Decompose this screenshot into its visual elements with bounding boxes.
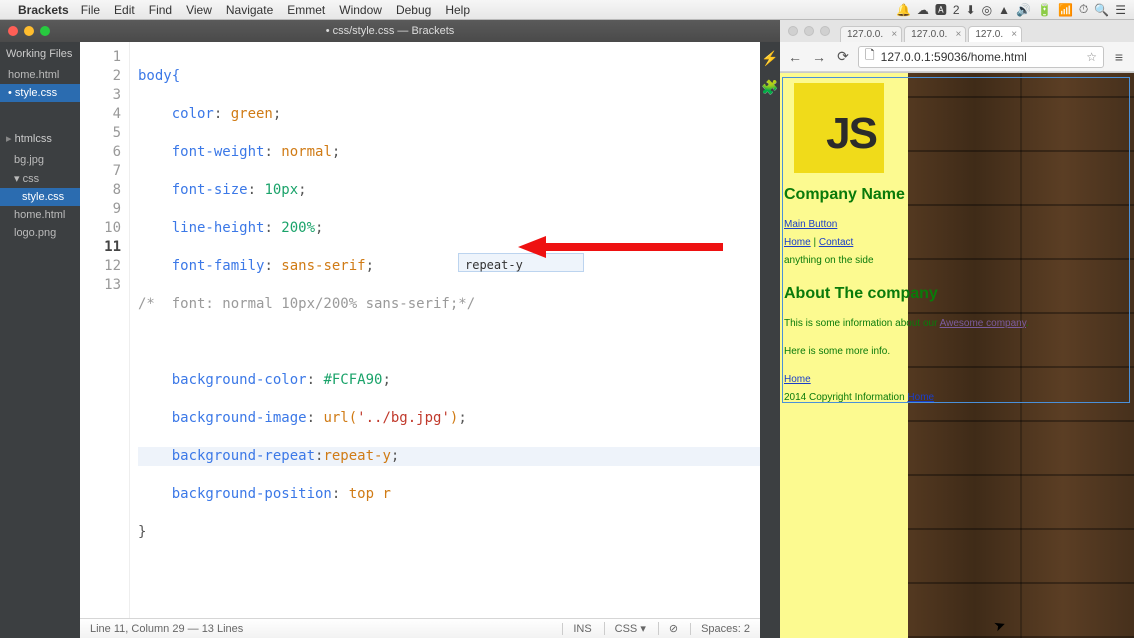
working-files-heading: Working Files <box>0 42 80 66</box>
tree-style[interactable]: style.css <box>0 188 80 206</box>
nav-home-link[interactable]: Home <box>784 237 811 248</box>
code-l1: body{ <box>138 68 180 84</box>
js-logo: JS <box>794 83 884 173</box>
adobe-icon[interactable]: 🅰 <box>935 1 947 18</box>
app-name[interactable]: Brackets <box>18 3 69 17</box>
menu-navigate[interactable]: Navigate <box>226 3 273 17</box>
live-preview-icon[interactable]: ⚡ <box>761 50 778 67</box>
menu-find[interactable]: Find <box>149 3 172 17</box>
num-icon: 2 <box>953 3 960 17</box>
more-info-text: Here is some more info. <box>784 343 1130 361</box>
main-button-link[interactable]: Main Button <box>784 219 837 230</box>
chrome-menu-icon[interactable]: ≡ <box>1110 49 1128 65</box>
volume-icon[interactable]: 🔊 <box>1016 3 1031 17</box>
page-icon: 🗋 <box>865 46 875 67</box>
brackets-window: • css/style.css — Brackets Working Files… <box>0 20 780 638</box>
working-file-home[interactable]: home.html <box>0 66 80 84</box>
tab-close-icon[interactable]: × <box>1011 29 1017 40</box>
page-viewport[interactable]: JS Company Name Main Button Home | Conta… <box>780 73 1134 638</box>
browser-tab-1[interactable]: 127.0.0.× <box>840 26 902 42</box>
tree-logo[interactable]: logo.png <box>0 224 80 242</box>
chrome-window: 127.0.0.× 127.0.0.× 127.0.× ← → ⟳ 🗋 127.… <box>780 20 1134 638</box>
tab-close-icon[interactable]: × <box>891 29 897 40</box>
menu-debug[interactable]: Debug <box>396 3 431 17</box>
back-icon[interactable]: ← <box>786 49 804 65</box>
copyright-home-link[interactable]: Home <box>907 392 934 403</box>
address-bar[interactable]: 🗋 127.0.0.1:59036/home.html ☆ <box>858 46 1104 68</box>
working-file-style-label: style.css <box>15 87 57 99</box>
url-text: 127.0.0.1:59036/home.html <box>881 50 1027 64</box>
menu-emmet[interactable]: Emmet <box>287 3 325 17</box>
about-heading: About The company <box>784 280 1130 309</box>
menu-items: File Edit Find View Navigate Emmet Windo… <box>81 3 470 17</box>
list-icon[interactable]: ☰ <box>1115 3 1126 17</box>
chrome-toolbar: ← → ⟳ 🗋 127.0.0.1:59036/home.html ☆ ≡ <box>780 42 1134 72</box>
info-text: This is some information about our Aweso… <box>784 315 1130 333</box>
menu-help[interactable]: Help <box>445 3 470 17</box>
sync-icon[interactable]: ◎ <box>982 3 992 17</box>
file-tree: bg.jpg ▾ css style.css home.html logo.pn… <box>0 151 80 242</box>
clock-icon[interactable]: ⏱ <box>1079 2 1088 17</box>
status-ins[interactable]: INS <box>562 623 591 635</box>
wifi-icon[interactable]: 📶 <box>1058 3 1073 17</box>
window-title: • css/style.css — Brackets <box>0 25 780 37</box>
cloud-icon[interactable]: ☁ <box>917 3 929 17</box>
autocomplete-suggestion[interactable]: repeat-y <box>458 253 584 272</box>
aside-text: anything on the side <box>784 252 1130 270</box>
battery-icon[interactable]: 🔋 <box>1037 3 1052 17</box>
dropbox-icon[interactable]: ⬇ <box>966 3 976 17</box>
project-sidebar[interactable]: Working Files home.html • style.css ▸ ht… <box>0 42 80 638</box>
menubar-status-icons: 🔔 ☁ 🅰 2 ⬇ ◎ ▲ 🔊 🔋 📶 ⏱ 🔍 ☰ <box>896 1 1126 18</box>
brackets-titlebar[interactable]: • css/style.css — Brackets <box>0 20 780 42</box>
tree-bg[interactable]: bg.jpg <box>0 151 80 169</box>
drive-icon[interactable]: ▲ <box>998 3 1010 17</box>
forward-icon[interactable]: → <box>810 49 828 65</box>
menu-window[interactable]: Window <box>339 3 382 17</box>
company-heading: Company Name <box>784 181 1130 210</box>
status-spaces[interactable]: Spaces: 2 <box>690 623 750 635</box>
menu-file[interactable]: File <box>81 3 100 17</box>
macos-menubar: Brackets File Edit Find View Navigate Em… <box>0 0 1134 20</box>
cursor-status: Line 11, Column 29 — 13 Lines <box>90 623 243 635</box>
search-icon[interactable]: 🔍 <box>1094 3 1109 17</box>
bookmark-icon[interactable]: ☆ <box>1086 50 1097 64</box>
tab-close-icon[interactable]: × <box>955 29 961 40</box>
tree-home[interactable]: home.html <box>0 206 80 224</box>
tree-css-folder[interactable]: ▾ css <box>0 169 80 188</box>
browser-tab-3[interactable]: 127.0.× <box>968 26 1022 42</box>
extensions-icon[interactable]: 🧩 <box>761 79 778 96</box>
code-lines[interactable]: body{ color: green; font-weight: normal;… <box>130 42 760 618</box>
chrome-tabbar[interactable]: 127.0.0.× 127.0.0.× 127.0.× <box>780 20 1134 42</box>
brackets-right-toolbar: ⚡ 🧩 <box>760 42 780 638</box>
working-file-style[interactable]: • style.css <box>0 84 80 102</box>
nav-contact-link[interactable]: Contact <box>819 237 853 248</box>
copyright-text: 2014 Copyright Information Home <box>784 389 1130 407</box>
browser-tab-2[interactable]: 127.0.0.× <box>904 26 966 42</box>
line-gutter: 12345678910111213 <box>80 42 130 618</box>
chrome-window-controls[interactable] <box>788 26 830 36</box>
project-heading[interactable]: ▸ htmlcss <box>0 126 80 151</box>
status-bar: Line 11, Column 29 — 13 Lines INS CSS ▾ … <box>80 618 760 638</box>
menu-view[interactable]: View <box>186 3 212 17</box>
bell-icon[interactable]: 🔔 <box>896 3 911 17</box>
reload-icon[interactable]: ⟳ <box>834 48 852 65</box>
menu-edit[interactable]: Edit <box>114 3 135 17</box>
status-lang[interactable]: CSS ▾ <box>604 622 646 635</box>
footer-home-link[interactable]: Home <box>784 374 811 385</box>
rendered-page: JS Company Name Main Button Home | Conta… <box>780 73 1134 407</box>
status-lint-icon[interactable]: ⊘ <box>658 622 678 635</box>
awesome-link[interactable]: Awesome company <box>940 318 1026 329</box>
code-editor[interactable]: 12345678910111213 body{ color: green; fo… <box>80 42 760 638</box>
